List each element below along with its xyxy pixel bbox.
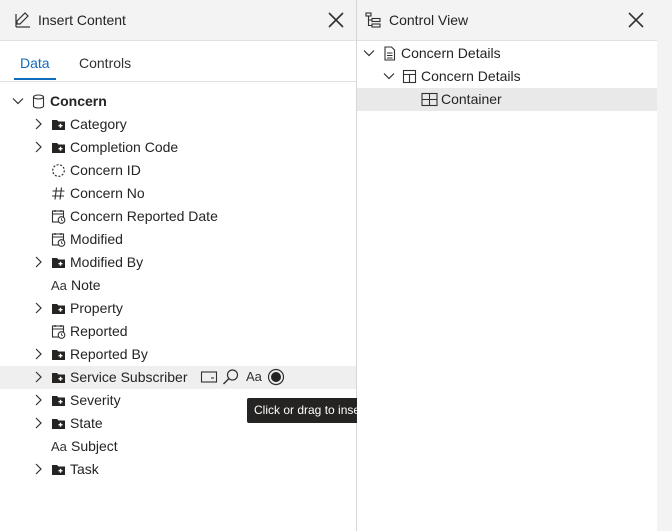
section-icon [402, 69, 417, 84]
card-icon[interactable] [200, 368, 218, 386]
chevron-right-icon[interactable] [32, 394, 44, 406]
radio-icon[interactable] [267, 368, 285, 386]
close-icon[interactable] [627, 11, 645, 29]
list-item[interactable]: Property [0, 297, 356, 320]
folder-plus-icon [52, 258, 65, 268]
tab-bar: Data Controls [0, 41, 356, 82]
list-item[interactable]: Task [0, 458, 356, 481]
control-tree-label: Container [441, 91, 502, 107]
list-item-label: Task [70, 461, 99, 477]
list-item-label: Category [70, 116, 127, 132]
insert-content-panel: Insert Content Data Controls Concern Cat… [0, 0, 418, 531]
tab-data[interactable]: Data [20, 55, 50, 71]
folder-plus-icon [52, 120, 65, 130]
list-item[interactable]: Concern ID [0, 159, 356, 182]
calendar-clock-icon [51, 210, 66, 224]
folder-plus-icon [52, 465, 65, 475]
chevron-right-icon[interactable] [32, 463, 44, 475]
chevron-right-icon[interactable] [32, 371, 44, 383]
list-item[interactable]: Concern Reported Date [0, 205, 356, 228]
text-aa-icon: Aa [51, 439, 67, 454]
edit-pencil-icon [15, 12, 30, 28]
insert-content-header: Insert Content [0, 0, 356, 41]
list-item[interactable]: Modified By [0, 251, 356, 274]
chevron-down-icon[interactable] [383, 70, 395, 82]
text-aa-icon[interactable]: Aa [246, 368, 264, 386]
control-tree-label: Concern Details [401, 45, 501, 61]
list-item[interactable]: Service Subscriber [0, 366, 356, 389]
folder-plus-icon [52, 373, 65, 383]
folder-plus-icon [52, 143, 65, 153]
active-tab-indicator [14, 78, 56, 80]
control-view-header: Control View [357, 0, 672, 41]
database-icon [32, 94, 45, 109]
close-icon[interactable] [327, 11, 345, 29]
folder-plus-icon [52, 396, 65, 406]
chevron-right-icon[interactable] [32, 256, 44, 268]
container-icon [421, 92, 438, 107]
control-tree-node-selected[interactable]: Container [357, 88, 657, 111]
list-item[interactable]: Reported By [0, 343, 356, 366]
list-item[interactable]: Aa Note [0, 274, 356, 297]
calendar-clock-icon [51, 233, 66, 247]
list-item-label: Note [71, 277, 101, 293]
chevron-right-icon[interactable] [32, 141, 44, 153]
scroll-gutter [657, 0, 672, 531]
chevron-right-icon[interactable] [32, 118, 44, 130]
text-aa-icon: Aa [51, 278, 67, 293]
tree-view-icon [365, 12, 381, 28]
control-tree-label: Concern Details [421, 68, 521, 84]
list-item-label: Concern Reported Date [70, 208, 218, 224]
list-item-label: Concern No [70, 185, 145, 201]
document-icon [384, 46, 396, 61]
chevron-right-icon[interactable] [32, 348, 44, 360]
chevron-right-icon[interactable] [32, 417, 44, 429]
list-item-label: Completion Code [70, 139, 179, 155]
list-item[interactable]: Category [0, 113, 356, 136]
control-tree-node[interactable]: Concern Details [357, 65, 657, 88]
dashed-circle-icon [52, 164, 65, 177]
list-item[interactable]: Aa Subject [0, 435, 356, 458]
hash-icon [52, 187, 65, 200]
list-item-label: Concern ID [70, 162, 141, 178]
folder-plus-icon [52, 419, 65, 429]
control-view-panel: Control View Concern Details Concern Det… [357, 0, 672, 531]
list-item[interactable]: Concern No [0, 182, 356, 205]
list-item-label: Property [70, 300, 123, 316]
chevron-right-icon[interactable] [32, 302, 44, 314]
calendar-clock-icon [51, 325, 66, 339]
list-item-label: Reported By [70, 346, 148, 362]
list-item-label: Subject [71, 438, 118, 454]
chevron-down-icon[interactable] [12, 95, 24, 107]
folder-plus-icon [52, 350, 65, 360]
control-tree-node[interactable]: Concern Details [357, 42, 657, 65]
panel-title: Control View [389, 12, 469, 28]
tree-root-concern[interactable]: Concern [0, 90, 356, 113]
list-item[interactable]: Modified [0, 228, 356, 251]
tab-controls[interactable]: Controls [79, 55, 131, 71]
list-item-label: Modified [70, 231, 123, 247]
list-item-label: Service Subscriber [70, 369, 188, 385]
tree-root-label: Concern [50, 93, 107, 109]
folder-plus-icon [52, 304, 65, 314]
lookup-icon[interactable] [222, 368, 240, 386]
list-item[interactable]: Reported [0, 320, 356, 343]
panel-title: Insert Content [38, 12, 126, 28]
list-item-label: Severity [70, 392, 121, 408]
list-item[interactable]: Completion Code [0, 136, 356, 159]
list-item-label: Modified By [70, 254, 144, 270]
list-item-label: State [70, 415, 103, 431]
list-item-label: Reported [70, 323, 128, 339]
chevron-down-icon[interactable] [363, 47, 375, 59]
